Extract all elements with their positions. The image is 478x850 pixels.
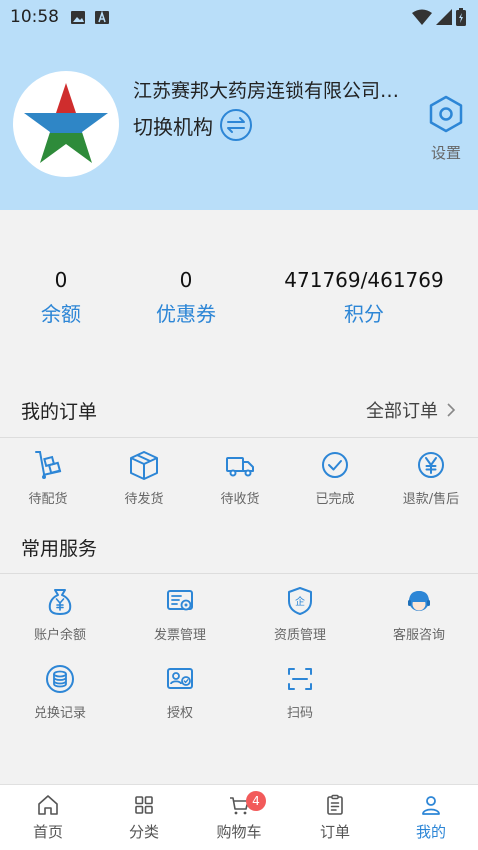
check-circle-icon xyxy=(322,452,348,478)
tab-label: 我的 xyxy=(415,823,446,841)
settings-hexagon-icon xyxy=(429,95,463,133)
service-scan-code[interactable]: 扫码 xyxy=(260,662,340,721)
company-name: 江苏赛邦大药房连锁有限公司… xyxy=(133,80,400,102)
package-icon xyxy=(130,451,158,480)
scan-icon xyxy=(288,668,312,690)
tab-label: 购物车 xyxy=(216,823,262,841)
order-list-icon xyxy=(327,794,343,815)
orders-section-title: 我的订单 xyxy=(21,401,98,423)
shield-icon: 企 xyxy=(288,587,312,615)
company-logo-avatar xyxy=(13,71,119,177)
switch-organization-label: 切换机构 xyxy=(133,114,213,139)
order-status-label: 已完成 xyxy=(315,492,355,507)
stat-label: 积分 xyxy=(344,302,384,326)
svg-text:企: 企 xyxy=(295,595,305,608)
stat-label: 余额 xyxy=(41,302,81,326)
service-authorization[interactable]: 授权 xyxy=(140,662,220,721)
chevron-right-icon xyxy=(447,403,456,417)
service-label: 发票管理 xyxy=(153,628,206,643)
yen-circle-icon xyxy=(418,452,444,478)
account-stats: 0 余额 0 优惠券 471769/461769 积分 xyxy=(0,266,478,330)
all-orders-label: 全部订单 xyxy=(366,401,438,422)
cart-dolly-icon xyxy=(35,451,62,479)
bottom-tab-bar: 首页 分类 4 购物车 订单 我的 xyxy=(0,784,478,850)
all-orders-link[interactable]: 全部订单 xyxy=(366,397,456,423)
order-completed[interactable]: 已完成 xyxy=(297,448,373,507)
stat-label: 优惠券 xyxy=(156,302,216,326)
service-invoice-management[interactable]: 发票管理 xyxy=(140,584,220,643)
service-customer-support[interactable]: 客服咨询 xyxy=(379,584,459,643)
order-pending-shipment[interactable]: 待发货 xyxy=(106,448,182,507)
star-logo-icon xyxy=(24,83,108,163)
order-status-label: 待收货 xyxy=(220,492,260,507)
divider xyxy=(0,573,478,574)
home-icon xyxy=(38,795,58,815)
profile-header: 10:58 江苏赛邦大药房连锁有限公司… 切换机构 设置 xyxy=(0,0,478,210)
divider xyxy=(0,437,478,438)
stat-value: 0 xyxy=(54,268,68,292)
tab-label: 首页 xyxy=(32,823,63,841)
money-bag-icon xyxy=(48,589,72,615)
text-notification-icon xyxy=(95,10,109,24)
services-section-title: 常用服务 xyxy=(21,538,98,560)
authorization-icon xyxy=(167,668,193,689)
tab-label: 订单 xyxy=(319,823,350,841)
order-pending-receipt[interactable]: 待收货 xyxy=(202,448,278,507)
service-label: 兑换记录 xyxy=(33,706,86,721)
stat-value: 471769/461769 xyxy=(284,268,444,292)
tab-label: 分类 xyxy=(128,823,159,841)
service-label: 客服咨询 xyxy=(392,628,445,643)
stat-points[interactable]: 471769/461769 积分 xyxy=(284,266,444,327)
status-time: 10:58 xyxy=(10,7,59,27)
stat-balance[interactable]: 0 余额 xyxy=(20,266,102,327)
service-qualification-management[interactable]: 企 资质管理 xyxy=(260,584,340,643)
order-refund-aftersales[interactable]: 退款/售后 xyxy=(391,448,471,507)
service-account-balance[interactable]: 账户余额 xyxy=(20,584,100,643)
signal-icon xyxy=(436,9,452,25)
stat-value: 0 xyxy=(179,268,193,292)
order-status-label: 待配货 xyxy=(28,492,68,507)
tab-home[interactable]: 首页 xyxy=(18,793,78,842)
wifi-icon xyxy=(412,9,432,25)
support-agent-icon xyxy=(408,591,430,611)
service-label: 扫码 xyxy=(286,706,313,721)
switch-organization-button[interactable]: 切换机构 xyxy=(133,108,253,142)
order-status-label: 退款/售后 xyxy=(402,492,460,507)
order-pending-allocation[interactable]: 待配货 xyxy=(10,448,86,507)
tab-category[interactable]: 分类 xyxy=(114,793,174,842)
stat-coupons[interactable]: 0 优惠券 xyxy=(140,266,232,327)
image-notification-icon xyxy=(71,10,85,24)
tab-mine[interactable]: 我的 xyxy=(401,793,461,842)
cart-badge: 4 xyxy=(246,791,266,811)
settings-button[interactable]: 设置 xyxy=(424,94,468,163)
invoice-icon xyxy=(167,590,193,611)
coins-icon xyxy=(46,665,74,693)
grid-icon xyxy=(135,796,153,814)
settings-label: 设置 xyxy=(430,144,461,162)
status-bar: 10:58 xyxy=(0,0,478,34)
truck-icon xyxy=(226,457,254,477)
user-icon xyxy=(422,796,440,815)
service-label: 授权 xyxy=(166,706,193,721)
battery-icon xyxy=(456,8,466,26)
service-label: 资质管理 xyxy=(273,628,326,643)
service-label: 账户余额 xyxy=(33,628,86,643)
tab-cart[interactable]: 4 购物车 xyxy=(209,791,269,842)
order-status-label: 待发货 xyxy=(124,492,164,507)
service-exchange-records[interactable]: 兑换记录 xyxy=(20,662,100,721)
switch-arrows-icon xyxy=(220,109,252,141)
tab-orders[interactable]: 订单 xyxy=(305,793,365,842)
